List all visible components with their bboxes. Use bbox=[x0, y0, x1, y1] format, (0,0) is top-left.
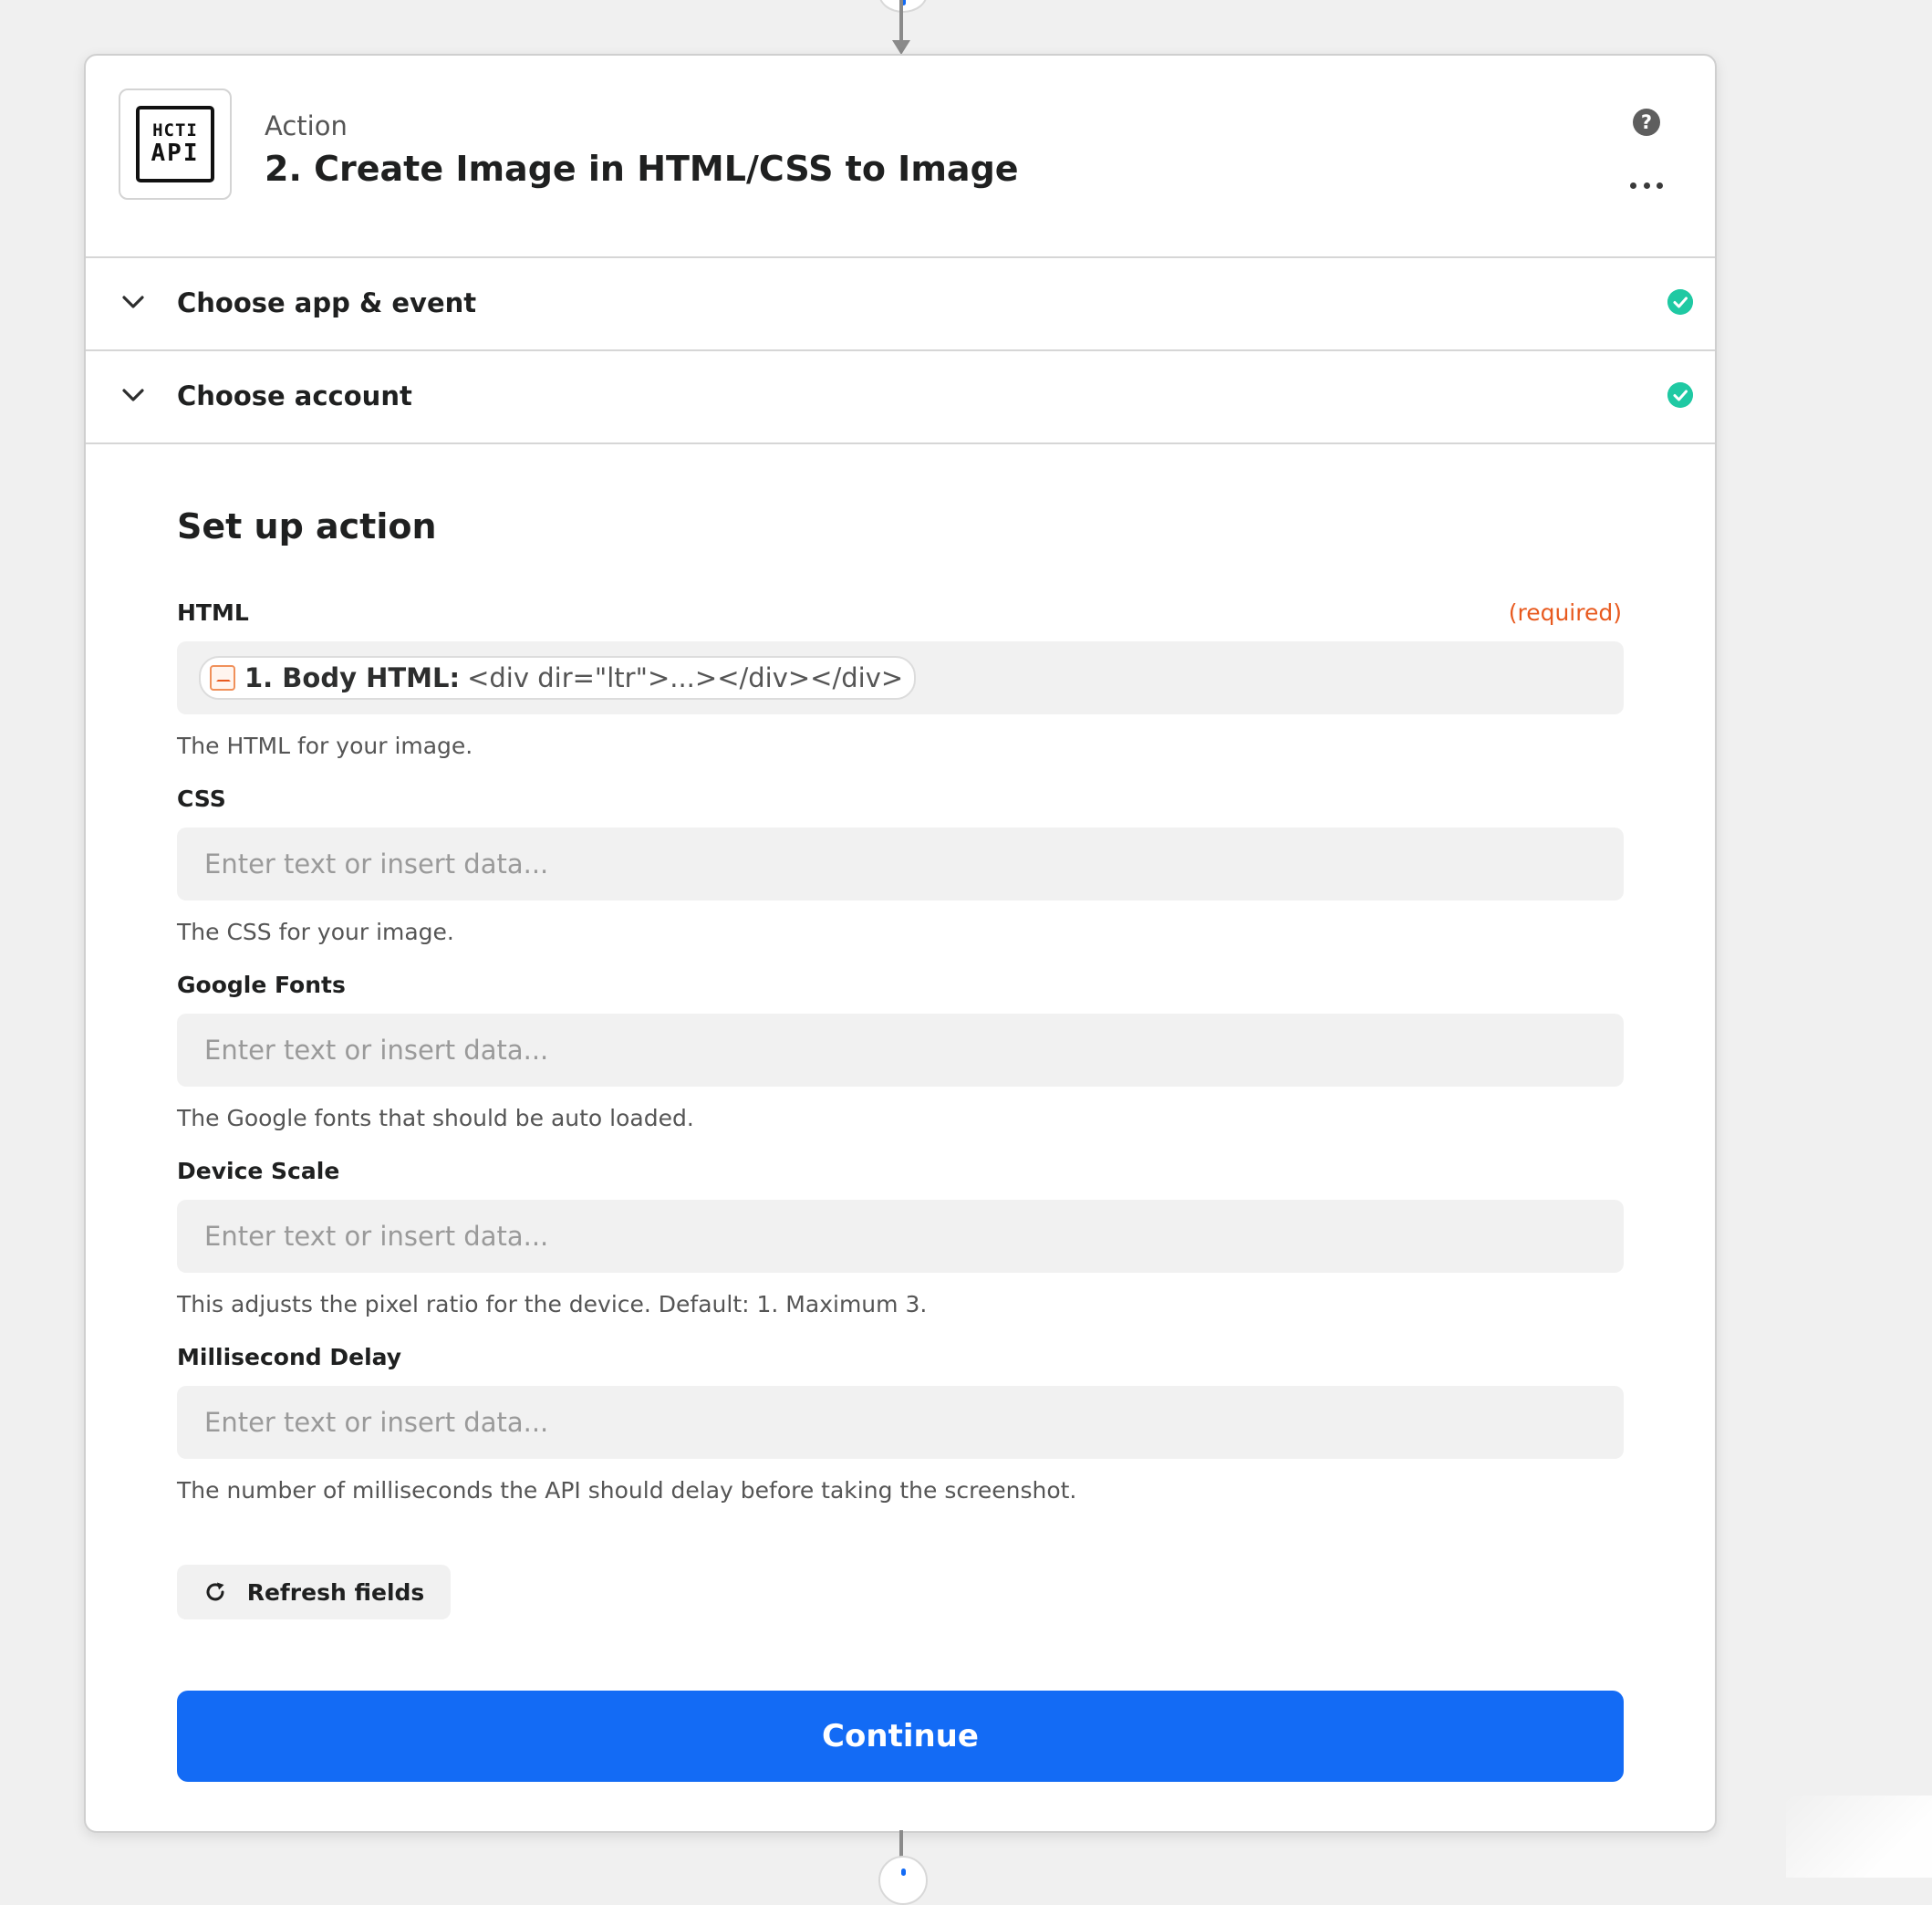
google-fonts-field-help: The Google fonts that should be auto loa… bbox=[177, 1105, 694, 1131]
millisecond-delay-field[interactable]: Enter text or insert data... bbox=[177, 1386, 1624, 1459]
pill-key: 1. Body HTML: bbox=[244, 662, 461, 693]
section-label: Choose app & event bbox=[177, 287, 477, 318]
device-scale-field-help: This adjusts the pixel ratio for the dev… bbox=[177, 1291, 928, 1317]
step-title[interactable]: 2. Create Image in HTML/CSS to Image bbox=[265, 149, 1019, 189]
connector-line-top bbox=[899, 0, 903, 42]
google-fonts-field[interactable]: Enter text or insert data... bbox=[177, 1014, 1624, 1087]
help-icon[interactable]: ? bbox=[1633, 109, 1660, 136]
html-field-help: The HTML for your image. bbox=[177, 733, 473, 759]
section-choose-app-event[interactable]: Choose app & event bbox=[86, 258, 1715, 351]
card-header: HCTI API Action 2. Create Image in HTML/… bbox=[86, 56, 1715, 258]
more-dot bbox=[1643, 182, 1650, 189]
section-label: Choose account bbox=[177, 380, 412, 411]
css-field[interactable]: Enter text or insert data... bbox=[177, 828, 1624, 900]
section-choose-account[interactable]: Choose account bbox=[86, 351, 1715, 444]
pill-value: <div dir="ltr">...></div></div> bbox=[467, 662, 904, 693]
device-scale-field-label: Device Scale bbox=[177, 1158, 340, 1184]
connector-node-top[interactable] bbox=[878, 0, 928, 13]
background-shade bbox=[1786, 1796, 1932, 1878]
more-dot bbox=[1630, 182, 1636, 189]
mail-icon bbox=[210, 665, 235, 691]
chevron-down-icon bbox=[122, 296, 144, 308]
logo-line-2: API bbox=[151, 140, 200, 168]
check-circle-icon bbox=[1667, 289, 1693, 315]
hcti-logo-icon: HCTI API bbox=[136, 106, 214, 182]
data-pill[interactable]: 1. Body HTML: <div dir="ltr">...></div><… bbox=[199, 656, 917, 700]
app-logo: HCTI API bbox=[119, 88, 232, 200]
html-field-label: HTML bbox=[177, 599, 249, 626]
more-icon[interactable] bbox=[1630, 176, 1663, 194]
setup-title: Set up action bbox=[177, 506, 437, 547]
google-fonts-field-label: Google Fonts bbox=[177, 972, 346, 998]
more-dot bbox=[1657, 182, 1663, 189]
continue-button[interactable]: Continue bbox=[177, 1691, 1624, 1782]
millisecond-delay-field-label: Millisecond Delay bbox=[177, 1344, 402, 1370]
css-field-label: CSS bbox=[177, 786, 226, 812]
step-kicker: Action bbox=[265, 110, 348, 141]
millisecond-delay-field-help: The number of milliseconds the API shoul… bbox=[177, 1477, 1077, 1504]
action-card: HCTI API Action 2. Create Image in HTML/… bbox=[84, 54, 1717, 1833]
arrow-down-icon bbox=[892, 40, 910, 55]
required-badge: (required) bbox=[1508, 599, 1622, 626]
chevron-down-icon bbox=[122, 389, 144, 401]
html-field[interactable]: 1. Body HTML: <div dir="ltr">...></div><… bbox=[177, 641, 1624, 714]
refresh-fields-button[interactable]: Refresh fields bbox=[177, 1565, 451, 1619]
logo-line-1: HCTI bbox=[152, 120, 198, 141]
check-circle-icon bbox=[1667, 382, 1693, 408]
device-scale-field[interactable]: Enter text or insert data... bbox=[177, 1200, 1624, 1273]
connector-node-bottom[interactable] bbox=[878, 1856, 928, 1905]
css-field-help: The CSS for your image. bbox=[177, 919, 454, 945]
refresh-fields-label: Refresh fields bbox=[246, 1578, 425, 1606]
refresh-icon bbox=[206, 1582, 224, 1601]
